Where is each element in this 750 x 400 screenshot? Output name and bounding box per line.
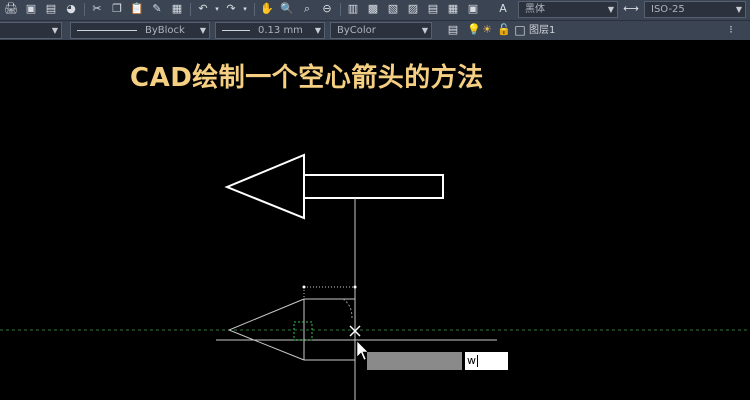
linetype-preview: [77, 29, 137, 31]
hollow-arrow-head[interactable]: [224, 153, 305, 220]
sheet-set-icon[interactable]: ▨: [406, 2, 420, 16]
hollow-arrow-shaft[interactable]: [303, 174, 444, 199]
text-style-combo[interactable]: 黑体 ▼: [518, 1, 618, 18]
chevron-down-icon: ▼: [607, 5, 614, 14]
layer-lock-icon[interactable]: 🔓: [497, 23, 511, 37]
lineweight-combo[interactable]: 0.13 mm ▼: [215, 22, 325, 39]
properties-toolbar: ▼ ByBlock ▼ 0.13 mm ▼ ByColor ▼ ▤ 💡 ☀ 🔓 □ 图…: [0, 20, 750, 40]
quick-calc-icon[interactable]: ▣: [466, 2, 480, 16]
calculator-icon[interactable]: ▦: [446, 2, 460, 16]
zoom-realtime-icon[interactable]: 🔍: [280, 2, 294, 16]
layer-on-bulb-icon[interactable]: 💡: [467, 23, 481, 37]
3d-dwf-icon[interactable]: ◕: [64, 2, 78, 16]
grip-point[interactable]: [353, 285, 357, 289]
toolbar-overflow-icon[interactable]: ⁝: [724, 23, 738, 37]
snap-marker: [293, 321, 313, 341]
zoom-window-icon[interactable]: ⌕: [300, 2, 314, 16]
undo-icon[interactable]: ↶: [196, 2, 210, 16]
dynamic-input-value: w: [467, 354, 476, 367]
toolbar-separator: [190, 3, 191, 16]
grip-point[interactable]: [302, 285, 306, 289]
cut-icon[interactable]: ✂: [90, 2, 104, 16]
dimension-style-combo[interactable]: ISO-25 ▼: [644, 1, 746, 18]
dimension-style-icon[interactable]: ⟷: [623, 2, 639, 16]
plot-preview-icon[interactable]: ▣: [24, 2, 38, 16]
toolbar-area: 🖨 ▣ ▤ ◕ ✂ ❐ 📋 ✎ ▦ ↶ ▾ ↷ ▾ ✋ 🔍 ⌕ ⊖ ▥ ▩ ▧ …: [0, 0, 750, 40]
text-style-icon[interactable]: A: [496, 2, 510, 16]
redo-icon[interactable]: ↷: [224, 2, 238, 16]
linetype-value: ByBlock: [145, 25, 185, 36]
design-center-icon[interactable]: ▩: [366, 2, 380, 16]
chevron-down-icon: ▼: [421, 26, 428, 35]
toolbar-separator: [340, 3, 341, 16]
plot-style-combo[interactable]: ByColor ▼: [330, 22, 432, 39]
toolbar-separator: [84, 3, 85, 16]
color-control-combo[interactable]: ▼: [0, 22, 62, 39]
match-properties-icon[interactable]: ✎: [150, 2, 164, 16]
chevron-down-icon: ▼: [51, 26, 58, 35]
lineweight-value: 0.13 mm: [258, 25, 303, 36]
chevron-down-icon: ▼: [199, 26, 206, 35]
publish-icon[interactable]: ▤: [44, 2, 58, 16]
lineweight-preview: [222, 29, 250, 31]
copy-icon[interactable]: ❐: [110, 2, 124, 16]
zoom-previous-icon[interactable]: ⊖: [320, 2, 334, 16]
dimension-style-value: ISO-25: [651, 4, 685, 15]
current-layer-name[interactable]: 图层1: [529, 22, 555, 39]
text-caret: [477, 355, 478, 367]
markup-icon[interactable]: ▤: [426, 2, 440, 16]
properties-icon[interactable]: ▥: [346, 2, 360, 16]
text-style-value: 黑体: [525, 4, 545, 15]
drawing-canvas[interactable]: [0, 40, 750, 400]
chevron-down-icon: ▼: [314, 26, 321, 35]
redo-dropdown-icon[interactable]: ▾: [238, 2, 252, 16]
layer-properties-icon[interactable]: ▤: [446, 23, 460, 37]
tool-palettes-icon[interactable]: ▧: [386, 2, 400, 16]
block-editor-icon[interactable]: ▦: [170, 2, 184, 16]
toolbar-separator: [254, 3, 255, 16]
dynamic-input-field[interactable]: w: [465, 352, 508, 370]
dynamic-input-prompt: [367, 352, 462, 370]
layer-freeze-sun-icon[interactable]: ☀: [480, 23, 494, 37]
paste-icon[interactable]: 📋: [130, 2, 144, 16]
chevron-down-icon: ▼: [735, 5, 742, 14]
standard-toolbar: 🖨 ▣ ▤ ◕ ✂ ❐ 📋 ✎ ▦ ↶ ▾ ↷ ▾ ✋ 🔍 ⌕ ⊖ ▥ ▩ ▧ …: [0, 0, 750, 19]
pan-icon[interactable]: ✋: [260, 2, 274, 16]
print-icon[interactable]: 🖨: [4, 2, 18, 16]
plot-style-value: ByColor: [337, 25, 376, 36]
drawing-title-text: CAD绘制一个空心箭头的方法: [130, 63, 484, 93]
linetype-combo[interactable]: ByBlock ▼: [70, 22, 210, 39]
layer-color-swatch-icon[interactable]: □: [513, 23, 527, 37]
drawing-svg: [0, 153, 750, 400]
undo-dropdown-icon[interactable]: ▾: [210, 2, 224, 16]
in-progress-shaft-outline[interactable]: [304, 298, 356, 310]
tracking-arc: [342, 298, 353, 319]
